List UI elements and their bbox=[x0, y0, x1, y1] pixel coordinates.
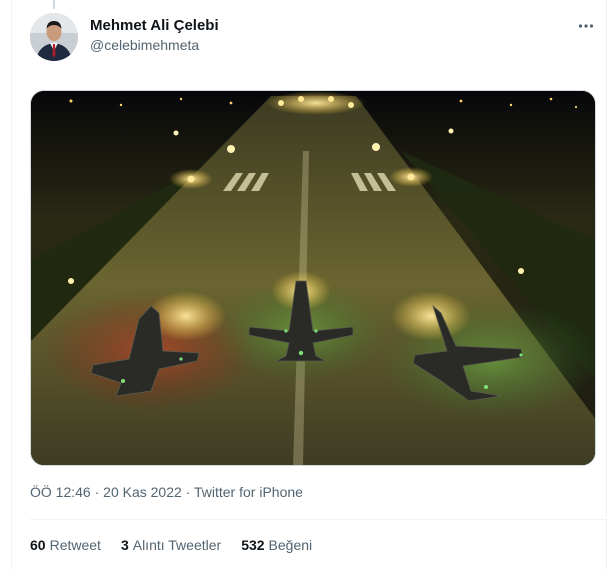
meta-separator: · bbox=[181, 484, 194, 500]
engagement-stats: 60 Retweet 3 Alıntı Tweetler 532 Beğeni bbox=[30, 537, 312, 553]
column-border-left bbox=[11, 0, 12, 570]
avatar-photo bbox=[30, 13, 78, 61]
avatar[interactable] bbox=[30, 13, 78, 61]
meta-separator: · bbox=[90, 484, 104, 500]
thread-connector-line bbox=[53, 0, 55, 9]
column-border-right bbox=[606, 0, 607, 570]
retweet-count-value: 60 bbox=[30, 537, 46, 553]
more-horizontal-icon bbox=[578, 24, 594, 28]
author-name[interactable]: Mehmet Ali Çelebi bbox=[90, 17, 219, 34]
quote-tweet-count[interactable]: 3 Alıntı Tweetler bbox=[121, 537, 221, 553]
retweet-count-label: Retweet bbox=[49, 537, 101, 553]
photo-icon bbox=[31, 91, 595, 465]
tweet-photo[interactable] bbox=[30, 90, 596, 466]
like-count-value: 532 bbox=[241, 537, 265, 553]
like-count-label: Beğeni bbox=[268, 537, 313, 553]
tweet-detail: Mehmet Ali Çelebi @celebimehmeta ÖÖ 12:4… bbox=[0, 0, 612, 570]
quote-tweet-count-label: Alıntı Tweetler bbox=[132, 537, 222, 553]
tweet-date[interactable]: 20 Kas 2022 bbox=[103, 484, 182, 500]
more-options-button[interactable] bbox=[572, 12, 600, 40]
like-count[interactable]: 532 Beğeni bbox=[241, 537, 312, 553]
divider bbox=[30, 519, 606, 520]
quote-tweet-count-value: 3 bbox=[120, 537, 129, 553]
author-handle[interactable]: @celebimehmeta bbox=[90, 37, 199, 53]
tweet-source[interactable]: Twitter for iPhone bbox=[194, 484, 303, 500]
tweet-time[interactable]: ÖÖ 12:46 bbox=[30, 484, 91, 500]
retweet-count[interactable]: 60 Retweet bbox=[30, 537, 101, 553]
tweet-timestamp-row: ÖÖ 12:46 · 20 Kas 2022 · Twitter for iPh… bbox=[30, 484, 303, 500]
